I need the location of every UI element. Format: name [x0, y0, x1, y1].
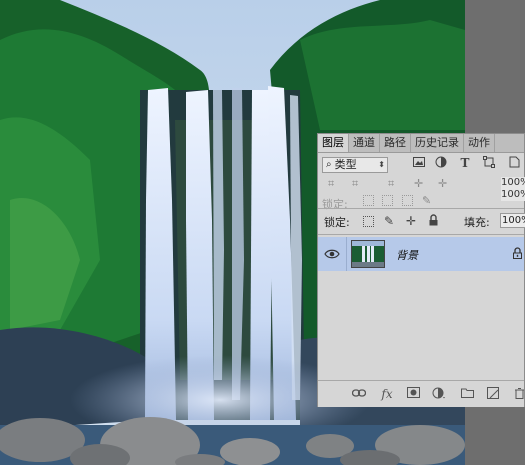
ghost-brush-icon: ✎: [422, 194, 432, 207]
new-group-icon[interactable]: [460, 387, 474, 401]
fill-value-ghost: 100%: [501, 189, 525, 201]
divider: [346, 237, 347, 271]
panel-tabs: 图层 通道 路径 历史记录 动作: [318, 134, 524, 153]
layers-panel-footer: fx: [318, 380, 524, 407]
lock-image-pixels-brush-icon[interactable]: ✎: [382, 214, 396, 228]
tab-actions[interactable]: 动作: [464, 134, 495, 152]
lock-icon: [512, 247, 523, 259]
image-filter-icon[interactable]: [412, 156, 426, 170]
ghost-grid-icon: ⌗: [352, 177, 359, 190]
tab-layers[interactable]: 图层: [318, 134, 349, 152]
lock-transparent-pixels-button[interactable]: [363, 216, 374, 227]
ghost-move-icon: ✛: [414, 177, 424, 190]
ghost-checkbox: [363, 195, 374, 206]
ghost-move-icon: ✛: [438, 177, 448, 190]
add-mask-icon[interactable]: [406, 387, 420, 401]
lock-all-icon[interactable]: [426, 214, 440, 228]
adjustment-filter-icon[interactable]: [434, 156, 448, 170]
filter-kind-label: 类型: [334, 158, 357, 171]
layer-thumbnail[interactable]: [351, 240, 385, 268]
opacity-value-ghost: 100%: [501, 177, 525, 189]
ghost-checkbox: [382, 195, 393, 206]
shape-filter-icon[interactable]: [482, 156, 496, 170]
search-icon: ⌕: [326, 159, 332, 170]
delete-layer-icon[interactable]: [512, 387, 525, 401]
ghost-checkbox: [402, 195, 413, 206]
filter-kind-select[interactable]: ⌕ 类型 ⬍: [322, 157, 388, 173]
tab-history[interactable]: 历史记录: [411, 134, 464, 152]
divider: [318, 234, 524, 235]
ghost-grid-icon: ⌗: [328, 177, 335, 190]
chevron-updown-icon: ⬍: [378, 160, 385, 169]
lock-label: 锁定:: [324, 216, 350, 229]
type-filter-icon[interactable]: T: [458, 156, 472, 170]
new-layer-icon[interactable]: [486, 387, 500, 401]
tab-channels[interactable]: 通道: [349, 134, 380, 152]
ghost-grid-icon: ⌗: [388, 177, 395, 190]
tab-paths[interactable]: 路径: [380, 134, 411, 152]
lock-position-move-icon[interactable]: ✛: [404, 214, 418, 228]
eye-icon[interactable]: [324, 248, 340, 260]
adjustment-layer-icon[interactable]: [432, 387, 446, 401]
layer-name[interactable]: 背景: [396, 247, 418, 263]
layer-filter-row: ⌕ 类型 ⬍: [322, 156, 388, 174]
layers-panel: 图层 通道 路径 历史记录 动作 ⌕ 类型 ⬍ T ⌗ ⌗ ⌗ ✛ ✛ 100%…: [317, 133, 525, 407]
link-layers-icon[interactable]: [351, 387, 367, 401]
lock-fill-row: 锁定: ✎ ✛ 填充: 100%: [318, 210, 525, 232]
fill-label: 填充:: [464, 216, 490, 229]
fx-icon[interactable]: fx: [380, 387, 394, 401]
divider: [318, 208, 524, 209]
fill-input[interactable]: 100%: [500, 213, 525, 228]
layer-row[interactable]: 背景: [318, 237, 524, 271]
smart-object-filter-icon[interactable]: [507, 156, 521, 170]
